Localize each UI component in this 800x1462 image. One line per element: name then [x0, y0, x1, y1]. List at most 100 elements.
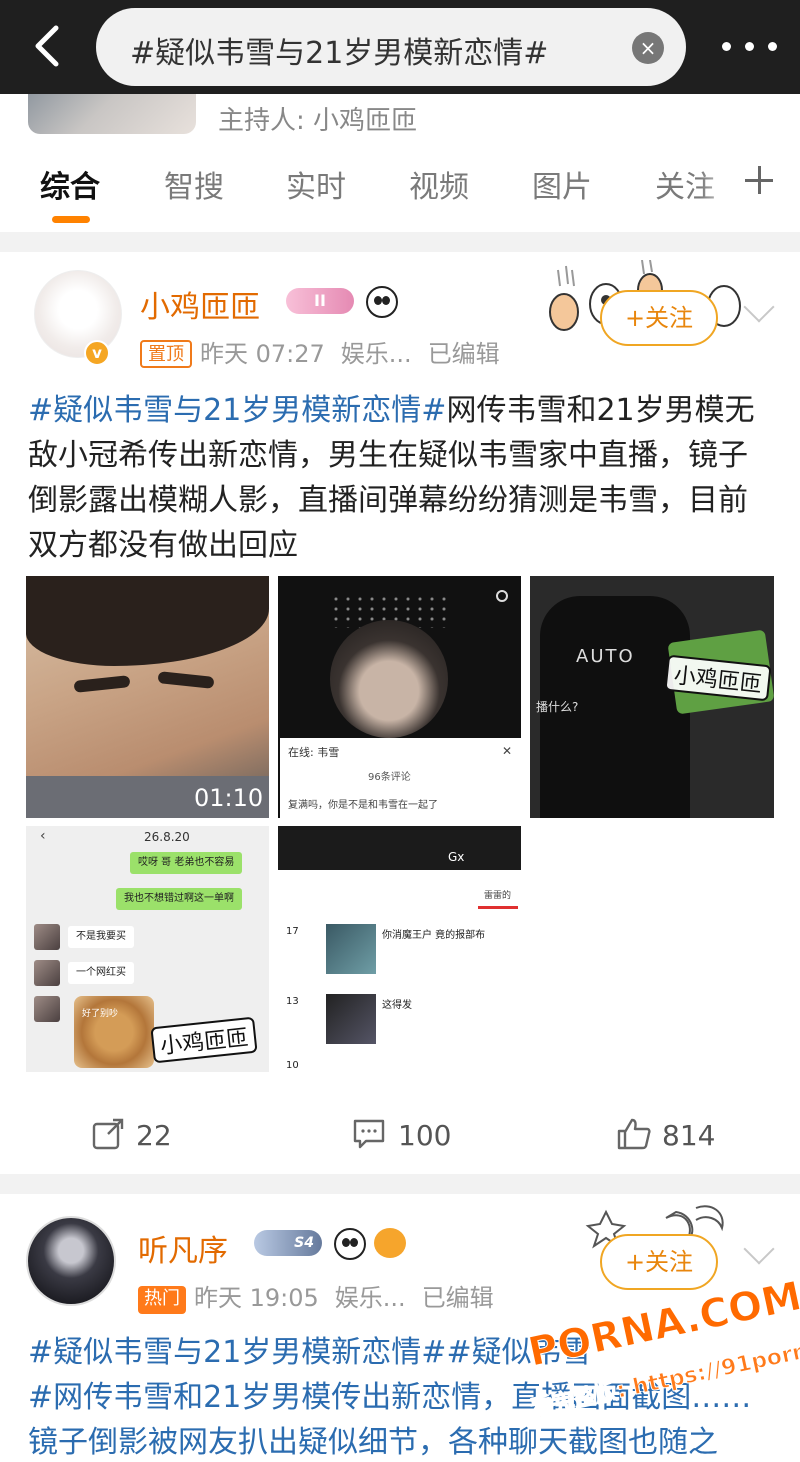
post-image-chair[interactable]: AUTO 小鸡匝匝 播什么?: [530, 576, 774, 818]
search-query[interactable]: #疑似韦雪与21岁男模新恋情#: [130, 28, 548, 72]
repost-icon: [92, 1118, 124, 1150]
avatar[interactable]: [26, 1216, 116, 1306]
tab-fade: [700, 140, 740, 232]
profile-sub: 雷雷的: [484, 891, 512, 901]
level-badge: II: [286, 288, 354, 314]
feed-thumb: [326, 924, 376, 974]
post-body: #网传韦雪和21岁男模传出新恋情，直播画面截图……镜子倒影被网友扒出疑似细节，各…: [28, 1380, 752, 1460]
post-category: 娱乐...: [340, 340, 412, 368]
username[interactable]: 小鸡匝匝: [140, 282, 260, 326]
chat-bubble: 一个网红买: [68, 962, 134, 984]
profile-header: [278, 826, 521, 870]
hot-tag: 热门: [138, 1286, 186, 1314]
post-text: #疑似韦雪与21岁男模新恋情##疑似韦雪 #网传韦雪和21岁男模传出新恋情，直播画…: [28, 1330, 772, 1462]
post-time: 昨天 07:27: [200, 340, 325, 368]
panda-icon: [334, 1228, 366, 1260]
comment-panel: 在线: 韦雪 ✕ 96条评论 复满吗，你是不是和韦雪在一起了: [280, 738, 521, 818]
chevron-left-icon: ‹: [40, 828, 46, 844]
chat-bubble: 哎呀 哥 老弟也不容易: [130, 852, 243, 874]
dog-sticker: 好了别吵: [74, 996, 154, 1068]
feed-day: 17: [286, 926, 299, 937]
search-tabs: 综合 智搜 实时 视频 图片 关注: [0, 140, 800, 232]
clear-search-icon[interactable]: ×: [632, 32, 664, 64]
avatar[interactable]: [34, 270, 122, 358]
post-video-thumbnail[interactable]: 01:10: [26, 576, 269, 818]
add-tab-icon[interactable]: [742, 162, 778, 198]
comment-count: 100: [398, 1119, 452, 1152]
chair-brand: AUTO: [576, 646, 635, 667]
sticker-text: 好了别吵: [82, 1009, 119, 1019]
post-image-livestream[interactable]: 在线: 韦雪 ✕ 96条评论 复满吗，你是不是和韦雪在一起了: [278, 576, 521, 818]
edited-label: 已编辑: [427, 340, 500, 368]
tab-video[interactable]: 视频: [409, 162, 469, 206]
watermark-label: 小鸡匝匝: [150, 1016, 258, 1064]
tab-realtime[interactable]: 实时: [286, 162, 346, 206]
fish-icon: [374, 1228, 406, 1258]
chevron-down-icon[interactable]: [743, 1233, 775, 1265]
post-actions: 22 100 814: [0, 1106, 800, 1166]
hashtag-link[interactable]: #疑似韦雪: [446, 1335, 591, 1370]
like-button[interactable]: 814: [616, 1118, 715, 1152]
topic-host-bar: 主持人: 小鸡匝匝: [0, 94, 800, 140]
feed-day: 13: [286, 996, 299, 1007]
feed-caption: 这得发: [382, 1000, 412, 1011]
post-meta: 置顶 昨天 07:27 娱乐... 已编辑: [140, 334, 500, 369]
zoom-icon: [496, 590, 508, 602]
feed-thumb: [326, 994, 376, 1044]
top-bar: #疑似韦雪与21岁男模新恋情# ×: [0, 0, 800, 94]
video-duration: 01:10: [194, 784, 264, 812]
chat-avatar: [34, 960, 60, 986]
back-arrow-icon[interactable]: [26, 22, 70, 70]
chat-avatar: [34, 924, 60, 950]
streamer-face: [330, 620, 448, 738]
post-meta: 热门 昨天 19:05 娱乐... 已编辑: [138, 1278, 494, 1314]
post-image-chat[interactable]: ‹ 26.8.20 哎呀 哥 老弟也不容易 我也不想错过啊这一单啊 不是我要买 …: [26, 826, 269, 1072]
edited-label: 已编辑: [421, 1284, 494, 1312]
comment-panel-text: 96条评论: [368, 772, 411, 783]
hashtag-link[interactable]: #疑似韦雪与21岁男模新恋情#: [28, 1335, 446, 1370]
thumbs-up-icon: [617, 1118, 651, 1150]
tab-comprehensive[interactable]: 综合: [40, 162, 100, 206]
topic-thumbnail: [28, 94, 196, 134]
host-label: 主持人: 小鸡匝匝: [218, 106, 418, 136]
chevron-down-icon[interactable]: [743, 291, 775, 323]
like-count: 814: [662, 1119, 716, 1152]
repost-button[interactable]: 22: [92, 1118, 172, 1152]
feed-post: v 小鸡匝匝 II +关注 置顶 昨天 07:27 娱乐... 已编辑 #疑似韦雪与2…: [0, 252, 800, 1174]
verified-badge-icon: v: [84, 340, 110, 366]
post-time: 昨天 19:05: [194, 1284, 319, 1312]
red-underline: [478, 906, 518, 909]
search-field[interactable]: #疑似韦雪与21岁男模新恋情# ×: [96, 8, 686, 86]
pinned-tag: 置顶: [140, 340, 192, 368]
video-frame-detail: [157, 671, 215, 689]
follow-button[interactable]: +关注: [600, 290, 718, 346]
feed-day: 10: [286, 1060, 299, 1071]
chat-date: 26.8.20: [144, 830, 190, 844]
comment-panel-text: 复满吗，你是不是和韦雪在一起了: [288, 800, 438, 811]
close-icon: ✕: [501, 744, 512, 758]
tab-smart-search[interactable]: 智搜: [164, 162, 224, 206]
video-frame-hair: [26, 576, 269, 666]
hashtag-link[interactable]: #疑似韦雪与21岁男模新恋情#: [28, 393, 446, 428]
panda-icon: [366, 286, 398, 318]
profile-name: Gx: [448, 850, 465, 864]
active-tab-indicator: [52, 216, 90, 223]
level-badge: S4: [254, 1230, 322, 1256]
tab-images[interactable]: 图片: [532, 162, 592, 206]
post-image-profile[interactable]: Gx 雷雷的 17 你消魔王户 竟的报部布 13 这得发 10: [278, 826, 521, 1072]
follow-button[interactable]: +关注: [600, 1234, 718, 1290]
feed-post: 听凡序 S4 +关注 热门 昨天 19:05 娱乐... 已编辑 #疑似韦雪与21岁男…: [0, 1194, 800, 1462]
chat-bubble: 不是我要买: [68, 926, 134, 948]
danmaku-text: 播什么?: [536, 700, 579, 714]
feed-caption: 你消魔王户 竟的报部布: [382, 930, 486, 941]
comment-icon: [353, 1119, 385, 1149]
username[interactable]: 听凡序: [138, 1226, 228, 1270]
repost-count: 22: [136, 1119, 172, 1152]
chat-avatar: [34, 996, 60, 1022]
video-frame-detail: [73, 675, 131, 693]
comment-button[interactable]: 100: [352, 1118, 451, 1152]
more-options-icon[interactable]: [716, 28, 786, 64]
post-category: 娱乐...: [334, 1284, 406, 1312]
post-text: #疑似韦雪与21岁男模新恋情#网传韦雪和21岁男模无敌小冠希传出新恋情，男生在疑…: [28, 388, 772, 568]
comment-panel-text: 在线: 韦雪: [288, 746, 340, 759]
